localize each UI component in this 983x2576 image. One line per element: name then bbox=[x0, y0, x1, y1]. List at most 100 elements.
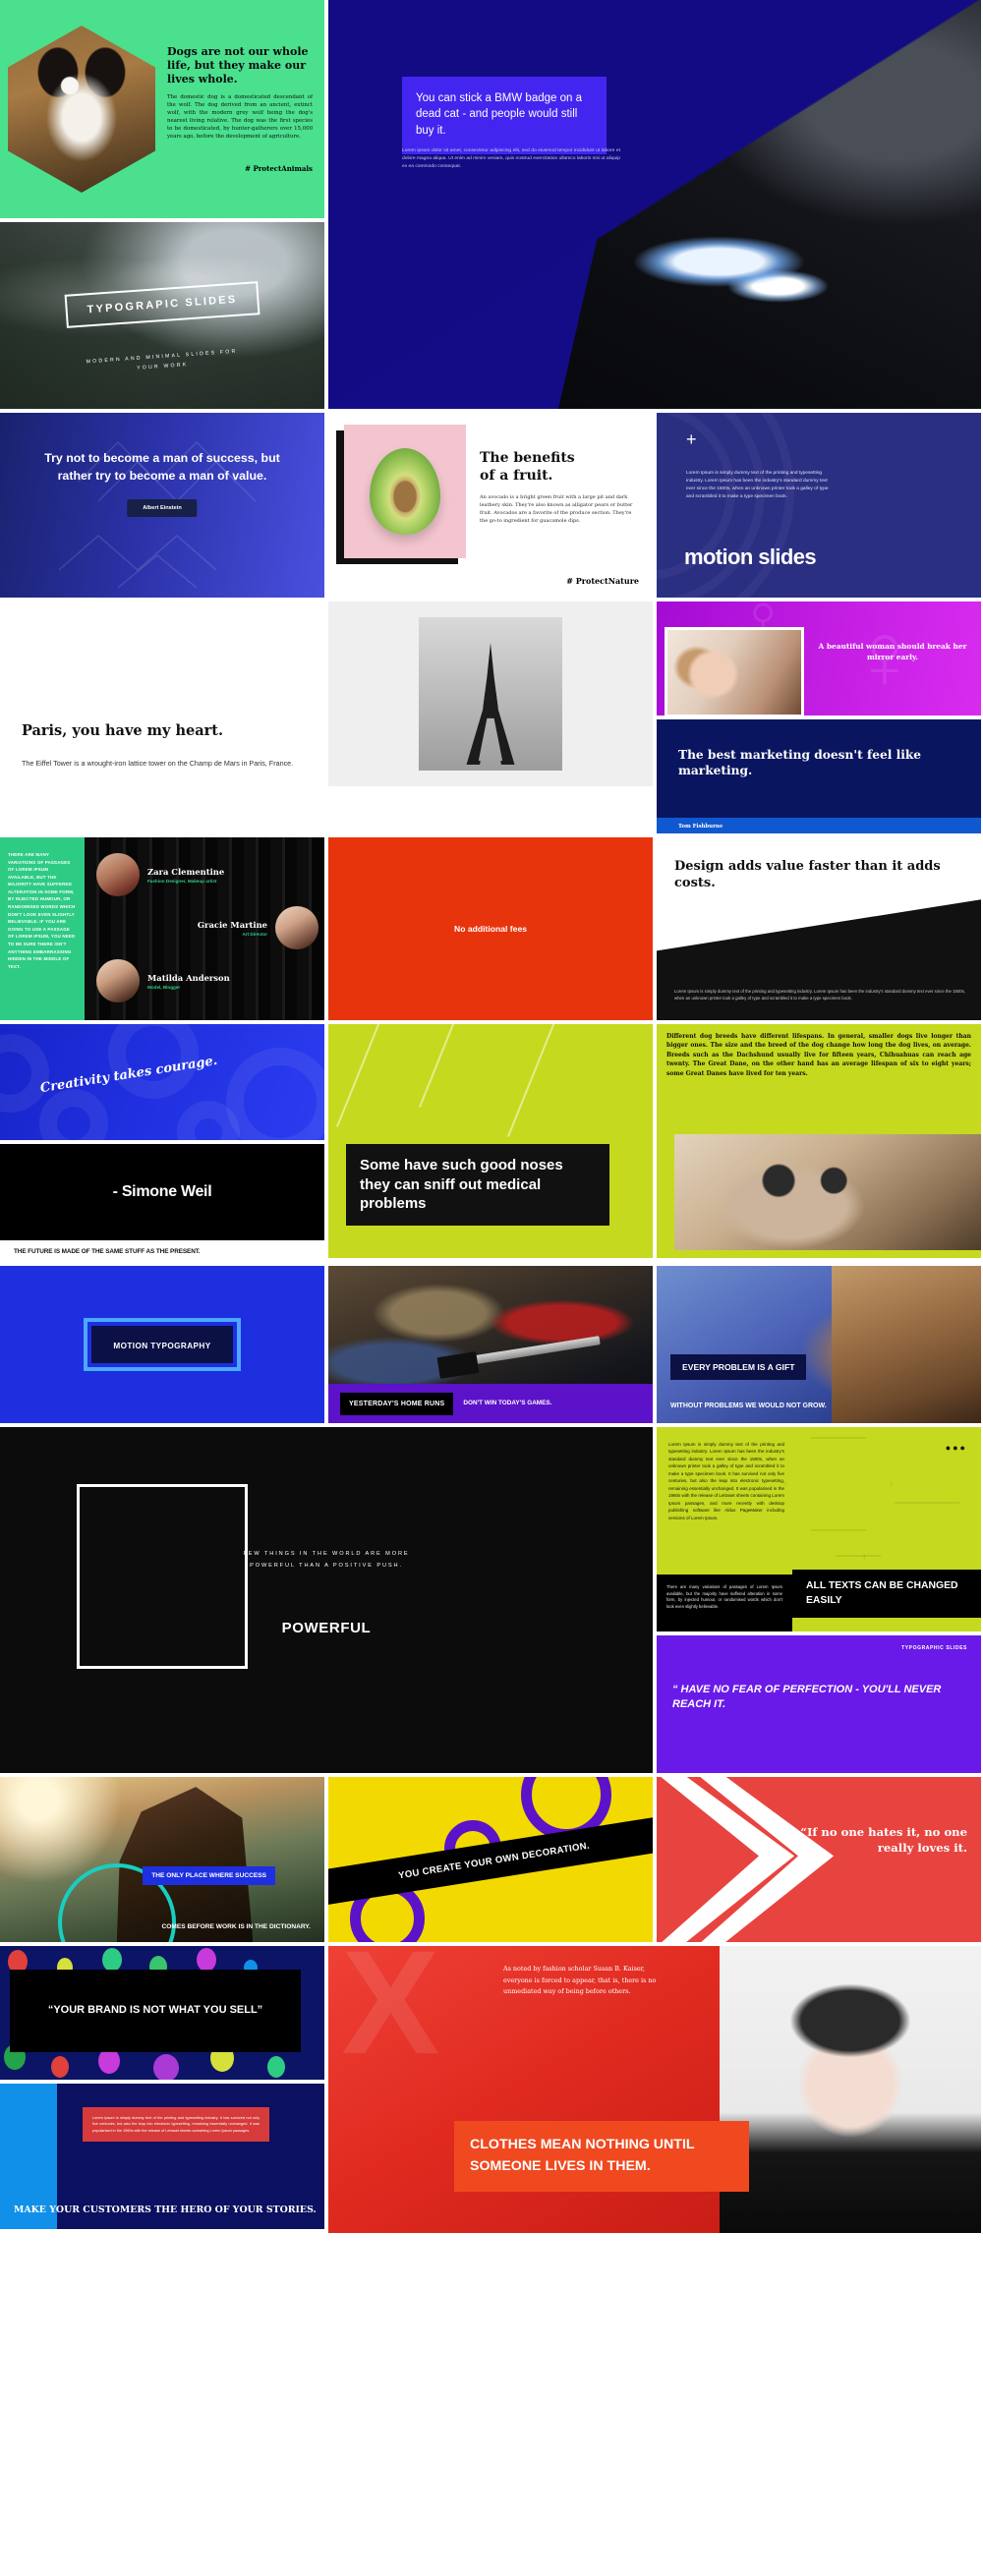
clothes-keyline: CLOTHES MEAN NOTHING UNTIL SOMEONE LIVES… bbox=[470, 2137, 695, 2175]
slide-simone-weil[interactable]: - Simone Weil bbox=[0, 1144, 324, 1240]
team-member[interactable]: Zara Clementine Fashion Designer, Makeup… bbox=[96, 853, 224, 896]
bmw-body-text: Lorem ipsum dolor sit amet, consectetur … bbox=[402, 148, 620, 170]
brand-quote-box: “YOUR BRAND IS NOT WHAT YOU SELL” bbox=[10, 1970, 301, 2052]
motion-typography-frame: MOTION TYPOGRAPHY bbox=[84, 1318, 241, 1371]
marketing-quote: The best marketing doesn't feel like mar… bbox=[678, 748, 922, 778]
hates-quote: “If no one hates it, no one really loves… bbox=[800, 1825, 967, 1856]
typographic-title: TYPOGRAPIC SLIDES bbox=[87, 293, 238, 315]
vinyl-keyline: YESTERDAY'S HOME RUNS bbox=[340, 1392, 454, 1415]
team-member-role: Model, Blogger bbox=[147, 984, 181, 990]
alltexts-keyline: ALL TEXTS CAN BE CHANGED EASILY bbox=[806, 1579, 958, 1607]
paris-body: The Eiffel Tower is a wrought-iron latti… bbox=[22, 758, 294, 768]
dogs-hashtag: # ProtectAnimals bbox=[245, 164, 313, 174]
lifespans-body: Different dog breeds have different life… bbox=[666, 1033, 971, 1077]
slide-creativity[interactable]: Creativity takes courage. bbox=[0, 1024, 324, 1140]
einstein-author-badge[interactable]: Albert Einstein bbox=[127, 499, 198, 517]
motion-body: Lorem Ipsum is simply dummy text of the … bbox=[686, 471, 829, 499]
slide-typographic[interactable]: TYPOGRAPIC SLIDES MODERN AND MINIMAL SLI… bbox=[0, 222, 324, 409]
slide-lifespans[interactable]: Different dog breeds have different life… bbox=[657, 1024, 981, 1258]
slide-noses[interactable]: Some have such good noses they can sniff… bbox=[328, 1024, 653, 1258]
creativity-author: - Simone Weil bbox=[112, 1183, 212, 1200]
team-member-name: Gracie Martine bbox=[197, 919, 267, 930]
slide-dogs[interactable]: Dogs are not our whole life, but they ma… bbox=[0, 0, 324, 218]
motion-heading: motion slides bbox=[684, 544, 817, 569]
slide-decoration[interactable]: YOU CREATE YOUR OWN DECORATION. bbox=[328, 1777, 653, 1942]
typographic-title-frame: TYPOGRAPIC SLIDES bbox=[64, 280, 260, 328]
plus-icon[interactable]: + bbox=[686, 430, 697, 448]
vinyl-subline: DON'T WIN TODAY'S GAMES. bbox=[463, 1399, 552, 1406]
team-member-name: Zara Clementine bbox=[147, 866, 225, 877]
slide-paris[interactable]: Paris, you have my heart. The Eiffel Tow… bbox=[0, 601, 324, 786]
slide-problem[interactable]: EVERY PROBLEM IS A GIFT WITHOUT PROBLEMS… bbox=[657, 1266, 981, 1423]
team-member[interactable]: Gracie Martine Art Director bbox=[198, 906, 318, 949]
design-heading: Design adds value faster than it adds co… bbox=[674, 859, 941, 890]
slide-clothes[interactable]: X As noted by fashion scholar Susan B. K… bbox=[328, 1946, 981, 2233]
team-sidebar-text: THERE ARE MANY VARIATIONS OF PASSAGES OF… bbox=[8, 852, 76, 969]
bmw-diagonal-overlay bbox=[328, 0, 981, 409]
perfection-quote: “ HAVE NO FEAR OF PERFECTION - YOU'LL NE… bbox=[672, 1684, 942, 1711]
x-watermark: X bbox=[341, 1946, 440, 2086]
slide-hates[interactable]: “If no one hates it, no one really loves… bbox=[657, 1777, 981, 1942]
dog-sunglasses-photo bbox=[674, 1134, 981, 1250]
noses-text: Some have such good noses they can sniff… bbox=[360, 1157, 563, 1212]
slide-design[interactable]: Design adds value faster than it adds co… bbox=[657, 837, 981, 1020]
fashion-model-photo bbox=[720, 1946, 981, 2233]
gallery-row-4: THERE ARE MANY VARIATIONS OF PASSAGES OF… bbox=[0, 837, 983, 1024]
team-member-name: Matilda Anderson bbox=[147, 972, 230, 983]
slide-team[interactable]: THERE ARE MANY VARIATIONS OF PASSAGES OF… bbox=[0, 837, 324, 1020]
gallery-row-6: MOTION TYPOGRAPHY YESTERDAY'S HOME RUNS … bbox=[0, 1266, 983, 1427]
clothes-body: As noted by fashion scholar Susan B. Kai… bbox=[503, 1965, 657, 1996]
bmw-quote-box: You can stick a BMW badge on a dead cat … bbox=[402, 77, 607, 154]
slide-powerful[interactable]: FEW THINGS IN THE WORLD ARE MORE POWERFU… bbox=[0, 1427, 653, 1773]
slide-fees[interactable]: No additional fees bbox=[328, 837, 653, 1020]
avocado-body: An avocado is a bright green fruit with … bbox=[480, 493, 633, 525]
slide-einstein[interactable]: Try not to become a man of success, but … bbox=[0, 413, 324, 598]
avatar bbox=[275, 906, 318, 949]
dogs-body: The domestic dog is a domesticated desce… bbox=[167, 93, 313, 141]
gallery-row-3: Paris, you have my heart. The Eiffel Tow… bbox=[0, 601, 983, 837]
slide-marketing[interactable]: The best marketing doesn't feel like mar… bbox=[657, 719, 981, 833]
alltexts-black-box: There are many variations of passages of… bbox=[657, 1574, 792, 1631]
customers-body: Lorem Ipsum is simply dummy text of the … bbox=[92, 2116, 260, 2133]
decoration-text: YOU CREATE YOUR OWN DECORATION. bbox=[397, 1840, 591, 1882]
dog-hex-image bbox=[8, 26, 155, 193]
team-member-role: Fashion Designer, Makeup artist bbox=[147, 878, 217, 884]
alltexts-black-body: There are many variations of passages of… bbox=[666, 1584, 782, 1609]
eiffel-tower-photo bbox=[419, 617, 562, 771]
ellipsis-icon[interactable]: ●●● bbox=[946, 1443, 967, 1453]
typographic-subtitle: MODERN AND MINIMAL SLIDES FOR YOUR WORK bbox=[86, 348, 238, 372]
gallery-row-2: Try not to become a man of success, but … bbox=[0, 413, 983, 601]
slide-perfection[interactable]: TYPOGRAPHIC SLIDES “ HAVE NO FEAR OF PER… bbox=[657, 1635, 981, 1773]
clothes-keyline-box: CLOTHES MEAN NOTHING UNTIL SOMEONE LIVES… bbox=[454, 2121, 749, 2192]
bmw-quote-text: You can stick a BMW badge on a dead cat … bbox=[416, 92, 582, 137]
slide-photographer[interactable]: THE ONLY PLACE WHERE SUCCESS COMES BEFOR… bbox=[0, 1777, 324, 1942]
slide-vinyl[interactable]: YESTERDAY'S HOME RUNS DON'T WIN TODAY'S … bbox=[328, 1266, 653, 1423]
team-member[interactable]: Matilda Anderson Model, Blogger bbox=[96, 959, 230, 1002]
slide-alltexts[interactable]: Lorem Ipsum is simply dummy text of the … bbox=[657, 1427, 981, 1631]
einstein-quote: Try not to become a man of success, but … bbox=[44, 451, 280, 483]
left-stack-9: “YOUR BRAND IS NOT WHAT YOU SELL” Lorem … bbox=[0, 1946, 324, 2233]
slide-bmw[interactable]: You can stick a BMW badge on a dead cat … bbox=[328, 0, 981, 409]
alltexts-body: Lorem Ipsum is simply dummy text of the … bbox=[668, 1442, 784, 1520]
future-footer-text: THE FUTURE IS MADE OF THE SAME STUFF AS … bbox=[14, 1247, 201, 1255]
customers-body-box: Lorem Ipsum is simply dummy text of the … bbox=[83, 2107, 269, 2143]
powerful-quote: FEW THINGS IN THE WORLD ARE MORE POWERFU… bbox=[243, 1551, 410, 1569]
future-footer: THE FUTURE IS MADE OF THE SAME STUFF AS … bbox=[0, 1240, 324, 1262]
slide-motion[interactable]: + Lorem Ipsum is simply dummy text of th… bbox=[657, 413, 981, 598]
team-photo-panel: Zara Clementine Fashion Designer, Makeup… bbox=[85, 837, 324, 1020]
motion-typography-label: MOTION TYPOGRAPHY bbox=[113, 1342, 211, 1350]
avocado-image bbox=[336, 425, 466, 564]
photographer-subline: COMES BEFORE WORK IS IN THE DICTIONARY. bbox=[161, 1922, 311, 1930]
problem-subline: WITHOUT PROBLEMS WE WOULD NOT GROW. bbox=[670, 1402, 827, 1410]
slide-motion-typography[interactable]: MOTION TYPOGRAPHY bbox=[0, 1266, 324, 1423]
woman-quote: A beautiful woman should break her mirro… bbox=[818, 642, 967, 662]
slide-customers[interactable]: Lorem Ipsum is simply dummy text of the … bbox=[0, 2084, 324, 2229]
slide-avocado[interactable]: The benefits of a fruit. An avocado is a… bbox=[328, 413, 653, 598]
vinyl-caption-bar: YESTERDAY'S HOME RUNS DON'T WIN TODAY'S … bbox=[328, 1384, 653, 1423]
slide-eiffel[interactable] bbox=[328, 601, 653, 786]
slide-woman[interactable]: ♀ ♀ ♀ A beautiful woman should break her… bbox=[657, 601, 981, 716]
right-stack-7: Lorem Ipsum is simply dummy text of the … bbox=[657, 1427, 981, 1773]
slide-gallery: Dogs are not our whole life, but they ma… bbox=[0, 0, 983, 2237]
slide-brand[interactable]: “YOUR BRAND IS NOT WHAT YOU SELL” bbox=[0, 1946, 324, 2080]
noses-text-box: Some have such good noses they can sniff… bbox=[346, 1144, 609, 1226]
